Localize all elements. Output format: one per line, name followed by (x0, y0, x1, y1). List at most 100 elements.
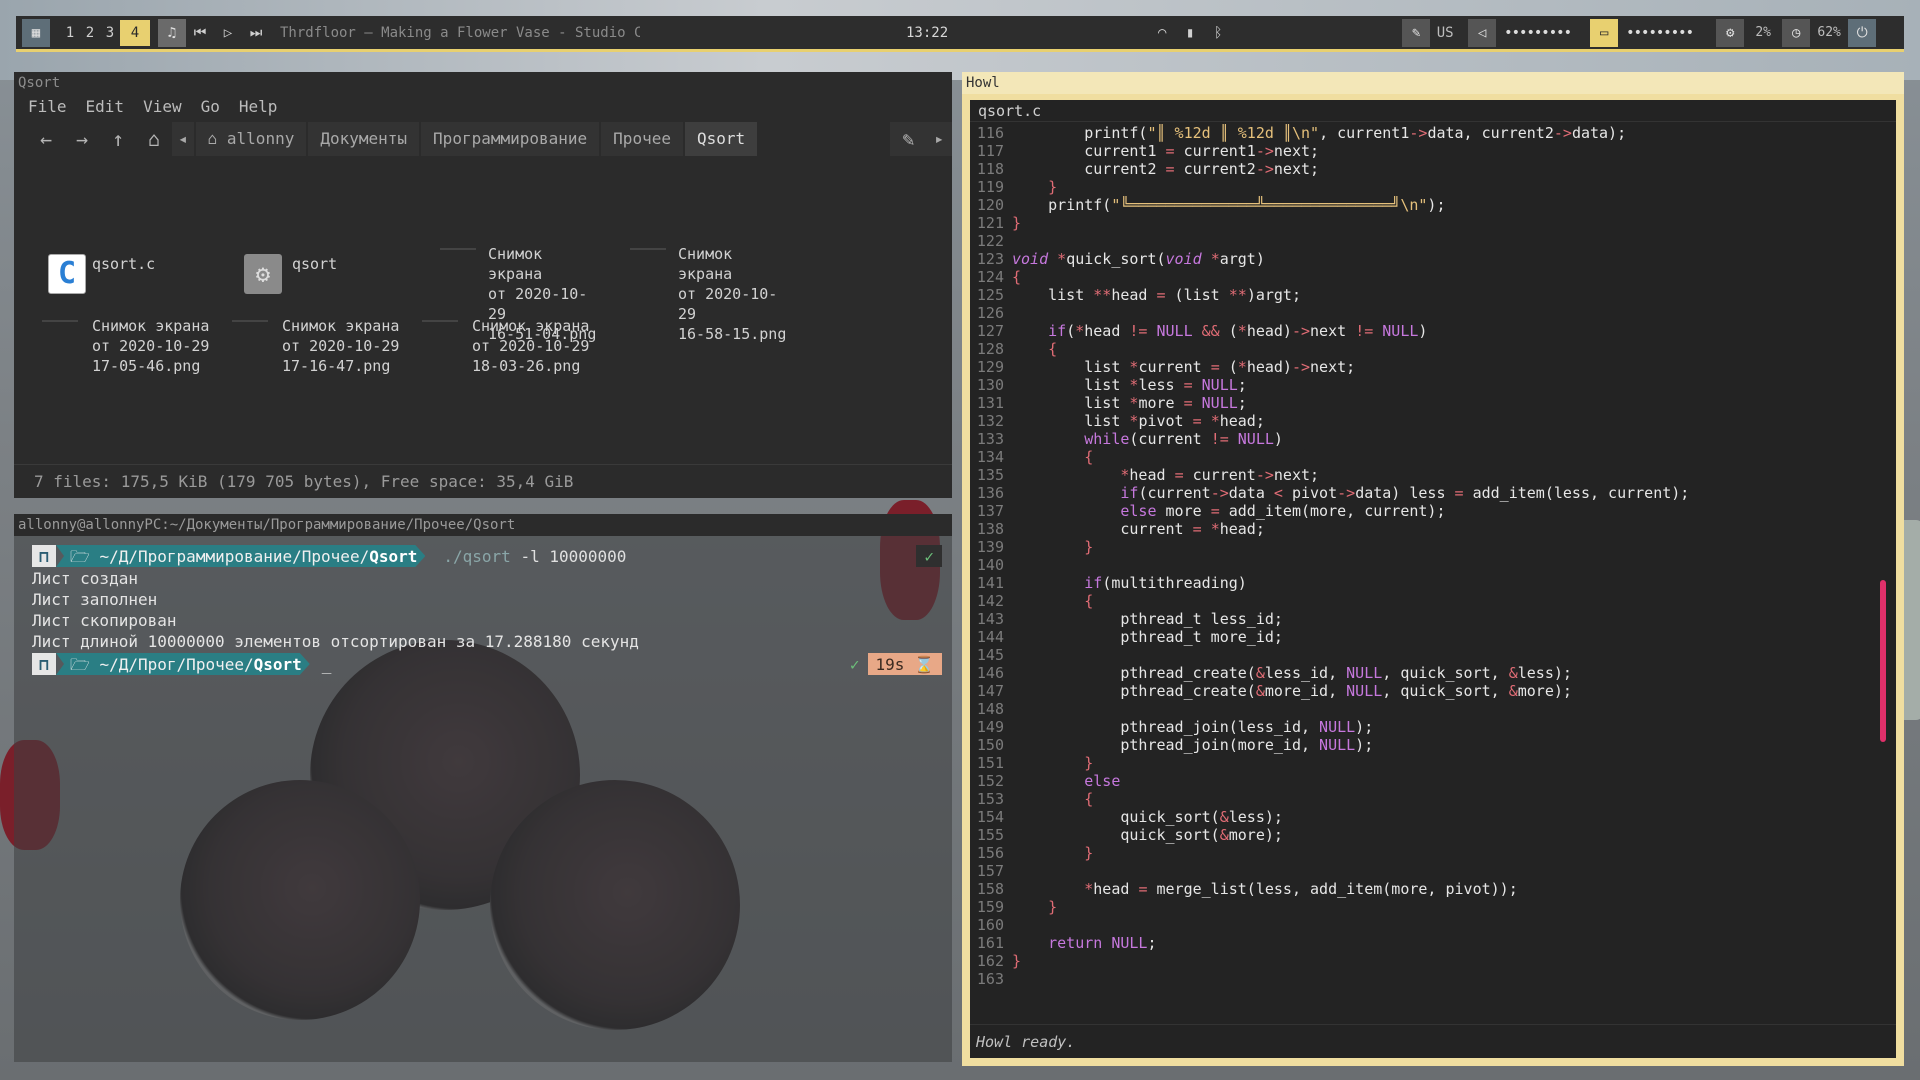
code-line[interactable]: 138 current = *head; (970, 520, 1896, 538)
code-line[interactable]: 129 list *current = (*head)->next; (970, 358, 1896, 376)
code-line[interactable]: 143 pthread_t less_id; (970, 610, 1896, 628)
previous-track-icon[interactable]: ⏮ (186, 19, 214, 47)
code-line[interactable]: 133 while(current != NULL) (970, 430, 1896, 448)
code-line[interactable]: 146 pthread_create(&less_id, NULL, quick… (970, 664, 1896, 682)
menu-go[interactable]: Go (201, 97, 220, 116)
menu-help[interactable]: Help (239, 97, 278, 116)
code-line[interactable]: 155 quick_sort(&more); (970, 826, 1896, 844)
up-arrow-icon[interactable]: ↑ (100, 127, 136, 151)
keyboard-layout[interactable]: US (1430, 25, 1460, 41)
code-line[interactable]: 157 (970, 862, 1896, 880)
keyboard-pen-icon[interactable]: ✎ (1402, 18, 1431, 47)
code-line[interactable]: 154 quick_sort(&less); (970, 808, 1896, 826)
code-line[interactable]: 158 *head = merge_list(less, add_item(mo… (970, 880, 1896, 898)
workspace-2[interactable]: 2 (80, 20, 100, 46)
code-line[interactable]: 144 pthread_t more_id; (970, 628, 1896, 646)
code-line[interactable]: 139 } (970, 538, 1896, 556)
code-line[interactable]: 127 if(*head != NULL && (*head)->next !=… (970, 322, 1896, 340)
wifi-icon[interactable]: ◠ (1148, 19, 1176, 47)
memory-clock-icon[interactable]: ◷ (1782, 18, 1811, 47)
code-area[interactable]: 116 printf("║ %12d ║ %12d ║\n", current1… (970, 124, 1896, 996)
edit-path-icon[interactable]: ✎ (890, 122, 927, 156)
home-icon[interactable]: ⌂ (136, 127, 172, 151)
clock[interactable]: 13:22 (906, 25, 948, 41)
code-line[interactable]: 159 } (970, 898, 1896, 916)
breadcrumb-other[interactable]: Прочее (601, 122, 683, 156)
menu-edit[interactable]: Edit (86, 97, 125, 116)
file-item[interactable]: Снимок экрана от 2020-10-29 18-03-26.png (408, 316, 598, 386)
code-line[interactable]: 153 { (970, 790, 1896, 808)
volume-icon[interactable]: ◁ (1468, 18, 1497, 47)
code-line[interactable]: 124 { (970, 268, 1896, 286)
clipboard-icon[interactable]: ▮ (1176, 19, 1204, 47)
code-line[interactable]: 135 *head = current->next; (970, 466, 1896, 484)
code-line[interactable]: 117 current1 = current1->next; (970, 142, 1896, 160)
code-line[interactable]: 140 (970, 556, 1896, 574)
menu-file[interactable]: File (28, 97, 67, 116)
power-icon[interactable]: ⏻ (1848, 18, 1877, 47)
code-line[interactable]: 142 { (970, 592, 1896, 610)
breadcrumb-home[interactable]: ⌂ allonny (195, 122, 307, 156)
workspace-1[interactable]: 1 (60, 20, 80, 46)
workspace-4[interactable]: 4 (120, 19, 150, 46)
code-line[interactable]: 161 return NULL; (970, 934, 1896, 952)
next-track-icon[interactable]: ⏭ (242, 19, 270, 47)
code-line[interactable]: 116 printf("║ %12d ║ %12d ║\n", current1… (970, 124, 1896, 142)
volume-level[interactable]: ••••••••• (1504, 25, 1588, 41)
scroll-indicator[interactable] (1880, 580, 1886, 742)
code-line[interactable]: 136 if(current->data < pivot->data) less… (970, 484, 1896, 502)
code-line[interactable]: 126 (970, 304, 1896, 322)
code-line[interactable]: 160 (970, 916, 1896, 934)
terminal-output[interactable]: ⊓ 🗁 ~/Д/Программирование/Прочее/Qsort ./… (32, 544, 942, 676)
play-icon[interactable]: ▷ (214, 19, 242, 47)
file-item[interactable]: ⚙ qsort (218, 244, 408, 314)
forward-arrow-icon[interactable]: → (64, 127, 100, 151)
now-playing-title[interactable]: Thrdfloor — Making a Flower Vase - Studi… (280, 25, 640, 41)
code-line[interactable]: 132 list *pivot = *head; (970, 412, 1896, 430)
brightness-level[interactable]: ••••••••• (1626, 25, 1712, 41)
file-item[interactable]: C qsort.c (28, 244, 218, 314)
code-line[interactable]: 145 (970, 646, 1896, 664)
bluetooth-icon[interactable]: ᛒ (1204, 19, 1232, 47)
code-line[interactable]: 125 list **head = (list **)argt; (970, 286, 1896, 304)
code-line[interactable]: 134 { (970, 448, 1896, 466)
menu-view[interactable]: View (143, 97, 182, 116)
code-line[interactable]: 120 printf("╚══════════════╩════════════… (970, 196, 1896, 214)
code-line[interactable]: 131 list *more = NULL; (970, 394, 1896, 412)
code-line[interactable]: 128 { (970, 340, 1896, 358)
terminal-window[interactable]: allonny@allonnyPC:~/Документы/Программир… (14, 514, 952, 1062)
code-line[interactable]: 119 } (970, 178, 1896, 196)
code-line[interactable]: 118 current2 = current2->next; (970, 160, 1896, 178)
cpu-icon[interactable]: ⚙ (1716, 18, 1745, 47)
code-line[interactable]: 150 pthread_join(more_id, NULL); (970, 736, 1896, 754)
code-line[interactable]: 162} (970, 952, 1896, 970)
breadcrumb-scroll-right-icon[interactable]: ▸ (926, 122, 952, 156)
code-line[interactable]: 163 (970, 970, 1896, 988)
code-line[interactable]: 137 else more = add_item(more, current); (970, 502, 1896, 520)
file-item[interactable]: Снимок экрана от 2020-10-29 16-51-04.png (408, 244, 598, 343)
back-arrow-icon[interactable]: ← (28, 127, 64, 151)
code-line[interactable]: 148 (970, 700, 1896, 718)
breadcrumb-qsort[interactable]: Qsort (684, 122, 758, 156)
brightness-icon[interactable]: ▭ (1590, 18, 1619, 47)
code-line[interactable]: 149 pthread_join(less_id, NULL); (970, 718, 1896, 736)
code-line[interactable]: 122 (970, 232, 1896, 250)
workspace-3[interactable]: 3 (100, 20, 120, 46)
code-line[interactable]: 156 } (970, 844, 1896, 862)
code-line[interactable]: 121} (970, 214, 1896, 232)
code-line[interactable]: 147 pthread_create(&more_id, NULL, quick… (970, 682, 1896, 700)
breadcrumb-programming[interactable]: Программирование (421, 122, 600, 156)
breadcrumb-scroll-left-icon[interactable]: ◂ (172, 122, 194, 156)
code-line[interactable]: 152 else (970, 772, 1896, 790)
file-item[interactable]: Снимок экрана от 2020-10-29 16-58-15.png (598, 244, 788, 343)
file-item[interactable]: Снимок экрана от 2020-10-29 17-16-47.png (218, 316, 408, 386)
code-line[interactable]: 141 if(multithreading) (970, 574, 1896, 592)
code-line[interactable]: 130 list *less = NULL; (970, 376, 1896, 394)
code-line[interactable]: 151 } (970, 754, 1896, 772)
buffer-tab[interactable]: qsort.c (970, 100, 1896, 122)
music-note-icon[interactable]: ♫ (158, 18, 186, 47)
file-item[interactable]: Снимок экрана от 2020-10-29 17-05-46.png (28, 316, 218, 386)
code-line[interactable]: 123 void *quick_sort(void *argt) (970, 250, 1896, 268)
app-grid-icon[interactable]: ▦ (22, 18, 50, 47)
breadcrumb-documents[interactable]: Документы (308, 122, 420, 156)
